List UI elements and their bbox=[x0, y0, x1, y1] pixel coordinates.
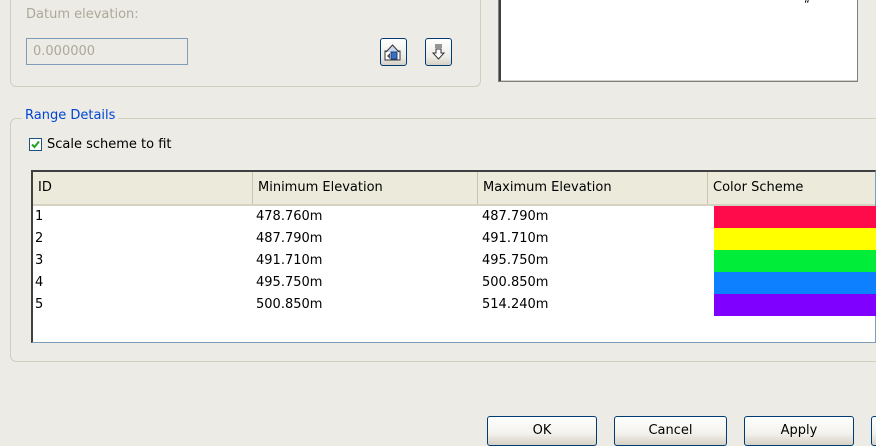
ok-button[interactable]: OK bbox=[487, 416, 597, 446]
import-elevation-button[interactable] bbox=[380, 38, 407, 66]
apply-button[interactable]: Apply bbox=[744, 416, 854, 446]
row-min-elevation: 487.790m bbox=[256, 231, 323, 246]
table-row[interactable]: 5 500.850m 514.240m bbox=[33, 294, 876, 316]
column-header-min-elevation[interactable]: Minimum Elevation bbox=[253, 172, 478, 204]
datum-elevation-label: Datum elevation: bbox=[26, 7, 139, 22]
row-max-elevation: 500.850m bbox=[482, 275, 549, 290]
row-max-elevation: 491.710m bbox=[482, 231, 549, 246]
table-row[interactable]: 4 495.750m 500.850m bbox=[33, 272, 876, 294]
column-header-max-elevation[interactable]: Maximum Elevation bbox=[478, 172, 708, 204]
preview-marker-icon: “ bbox=[804, 0, 810, 11]
color-swatch[interactable] bbox=[714, 294, 876, 316]
color-swatch[interactable] bbox=[714, 250, 876, 272]
column-header-id[interactable]: ID bbox=[33, 172, 253, 204]
color-swatch[interactable] bbox=[714, 228, 876, 250]
cancel-button[interactable]: Cancel bbox=[614, 416, 727, 446]
table-row[interactable]: 1 478.760m 487.790m bbox=[33, 206, 876, 228]
range-details-title: Range Details bbox=[22, 108, 119, 123]
scale-scheme-checkbox[interactable] bbox=[29, 138, 42, 151]
row-max-elevation: 514.240m bbox=[482, 297, 549, 312]
row-min-elevation: 495.750m bbox=[256, 275, 323, 290]
row-id: 3 bbox=[35, 253, 44, 268]
color-swatch[interactable] bbox=[714, 272, 876, 294]
column-header-color-scheme[interactable]: Color Scheme bbox=[708, 172, 876, 204]
checkmark-icon bbox=[31, 140, 40, 149]
scale-scheme-label: Scale scheme to fit bbox=[47, 137, 172, 152]
import-from-surface-icon bbox=[384, 43, 403, 62]
row-min-elevation: 491.710m bbox=[256, 253, 323, 268]
table-row[interactable]: 2 487.790m 491.710m bbox=[33, 228, 876, 250]
row-min-elevation: 500.850m bbox=[256, 297, 323, 312]
row-id: 5 bbox=[35, 297, 44, 312]
row-max-elevation: 495.750m bbox=[482, 253, 549, 268]
row-max-elevation: 487.790m bbox=[482, 209, 549, 224]
download-elevation-button[interactable] bbox=[425, 38, 452, 66]
row-id: 2 bbox=[35, 231, 44, 246]
datum-elevation-input[interactable]: 0.000000 bbox=[26, 38, 188, 65]
elevation-preview-panel bbox=[498, 0, 858, 82]
download-arrow-icon bbox=[429, 43, 448, 62]
table-header: ID Minimum Elevation Maximum Elevation C… bbox=[33, 172, 875, 206]
color-swatch[interactable] bbox=[714, 206, 876, 228]
row-min-elevation: 478.760m bbox=[256, 209, 323, 224]
row-id: 1 bbox=[35, 209, 44, 224]
elevation-range-table[interactable]: ID Minimum Elevation Maximum Elevation C… bbox=[31, 170, 876, 343]
table-row[interactable]: 3 491.710m 495.750m bbox=[33, 250, 876, 272]
scale-scheme-checkbox-row[interactable]: Scale scheme to fit bbox=[29, 137, 172, 152]
row-id: 4 bbox=[35, 275, 44, 290]
help-button[interactable] bbox=[871, 416, 876, 446]
